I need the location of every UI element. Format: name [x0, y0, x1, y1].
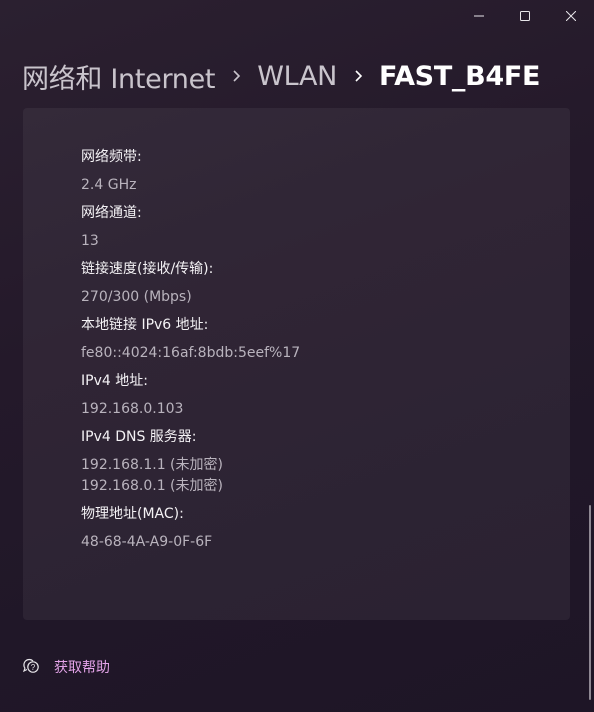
- ipv6-label: 本地链接 IPv6 地址:: [81, 317, 209, 333]
- maximize-button[interactable]: [502, 0, 548, 32]
- ipv4-label: IPv4 地址:: [81, 373, 148, 389]
- channel-label: 网络通道:: [81, 205, 142, 221]
- breadcrumb: 网络和 Internet WLAN FAST_B4FE: [22, 56, 541, 96]
- close-icon: [566, 11, 576, 21]
- chevron-right-icon: [337, 56, 379, 96]
- maximize-icon: [520, 11, 530, 21]
- close-button[interactable]: [548, 0, 594, 32]
- help-chat-icon: ?: [22, 656, 40, 678]
- chevron-right-icon: [215, 56, 257, 96]
- page-title: FAST_B4FE: [379, 60, 541, 92]
- link-speed-value: 270/300 (Mbps): [81, 289, 192, 305]
- dns-value-1: 192.168.1.1 (未加密): [81, 457, 223, 473]
- link-speed-label: 链接速度(接收/传输):: [81, 261, 214, 277]
- dns-label: IPv4 DNS 服务器:: [81, 429, 197, 445]
- ipv4-value: 192.168.0.103: [81, 401, 184, 417]
- minimize-icon: [474, 15, 484, 17]
- minimize-button[interactable]: [456, 0, 502, 32]
- get-help-label[interactable]: 获取帮助: [54, 657, 110, 677]
- get-help-link[interactable]: ? 获取帮助: [22, 656, 110, 678]
- breadcrumb-network-internet[interactable]: 网络和 Internet: [22, 57, 216, 96]
- svg-text:?: ?: [31, 663, 36, 672]
- channel-value: 13: [81, 233, 99, 249]
- mac-label: 物理地址(MAC):: [81, 506, 184, 522]
- mac-value: 48-68-4A-A9-0F-6F: [81, 534, 213, 550]
- breadcrumb-wlan[interactable]: WLAN: [257, 61, 337, 92]
- scrollbar[interactable]: [589, 505, 591, 700]
- band-label: 网络频带:: [81, 149, 142, 165]
- dns-value-2: 192.168.0.1 (未加密): [81, 478, 223, 494]
- band-value: 2.4 GHz: [81, 177, 137, 193]
- network-properties-card: 网络频带: 2.4 GHz 网络通道: 13 链接速度(接收/传输): 270/…: [23, 108, 570, 620]
- ipv6-value: fe80::4024:16af:8bdb:5eef%17: [81, 345, 301, 361]
- window-controls: [456, 0, 594, 32]
